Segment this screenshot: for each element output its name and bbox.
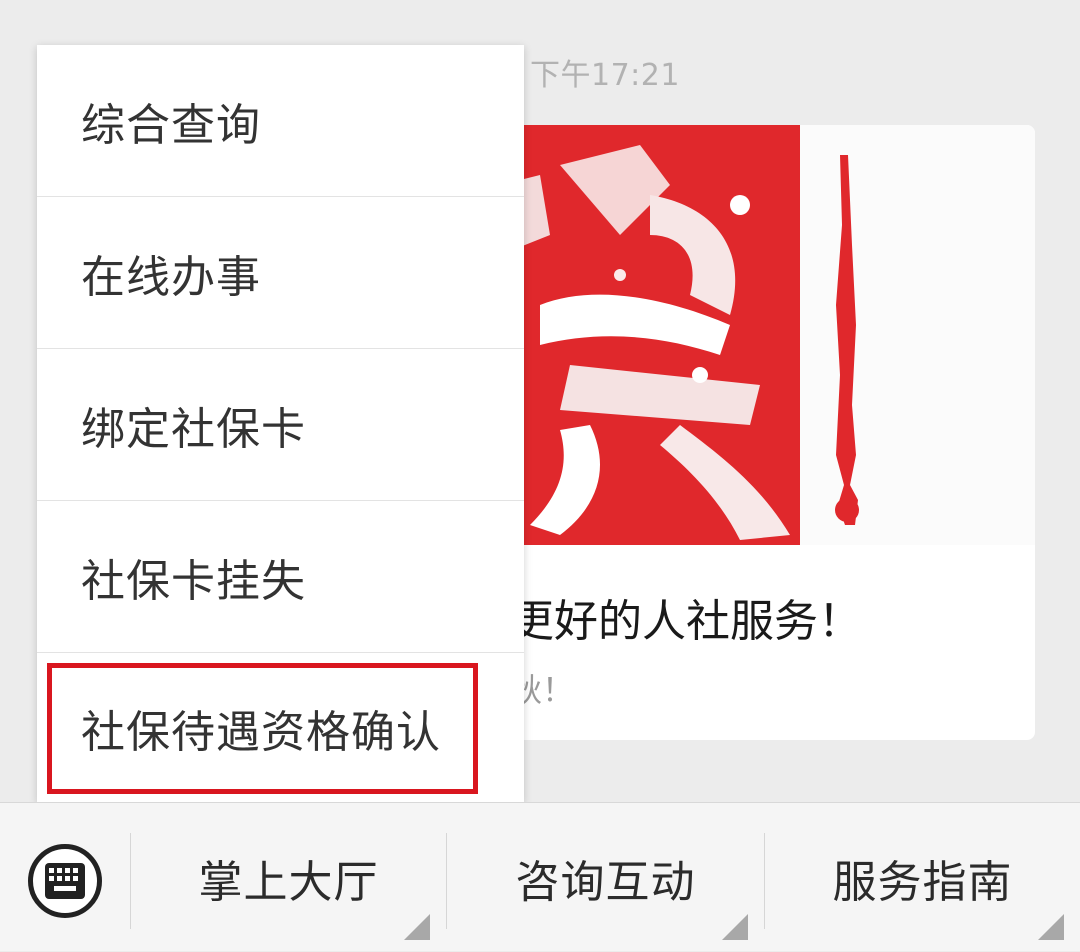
tab-label: 咨询互动: [515, 856, 696, 908]
message-timestamp: 下午17:21: [530, 58, 680, 93]
menu-item-label: 综合查询: [81, 99, 261, 151]
menu-item-report-lost-card[interactable]: 社保卡挂失: [37, 501, 524, 653]
calligraphy-seal-image: [500, 125, 859, 545]
tab-hall[interactable]: 掌上大厅: [131, 803, 446, 952]
submenu-indicator-icon: [404, 914, 430, 940]
keyboard-icon: [45, 863, 85, 899]
keyboard-toggle-button[interactable]: [28, 844, 102, 918]
bottom-menu-bar: 掌上大厅 咨询互动 服务指南: [0, 802, 1080, 951]
menu-item-label: 社保卡挂失: [81, 555, 306, 607]
article-card[interactable]: 更好的人社服务！ 秋！: [500, 125, 1035, 740]
tab-consult[interactable]: 咨询互动: [447, 803, 764, 952]
menu-item-bind-card[interactable]: 绑定社保卡: [37, 349, 524, 501]
submenu-indicator-icon: [1038, 914, 1064, 940]
article-cover-image: [500, 125, 1035, 545]
tab-label: 掌上大厅: [198, 856, 379, 908]
menu-item-label: 在线办事: [81, 251, 261, 303]
highlight-annotation-box: [47, 663, 478, 794]
tab-label: 服务指南: [832, 856, 1013, 908]
submenu-indicator-icon: [722, 914, 748, 940]
tab-service-guide[interactable]: 服务指南: [765, 803, 1080, 952]
article-title: 更好的人社服务！: [510, 596, 862, 647]
menu-item-comprehensive-query[interactable]: 综合查询: [37, 45, 524, 197]
menu-item-online-service[interactable]: 在线办事: [37, 197, 524, 349]
menu-item-label: 绑定社保卡: [81, 403, 306, 455]
